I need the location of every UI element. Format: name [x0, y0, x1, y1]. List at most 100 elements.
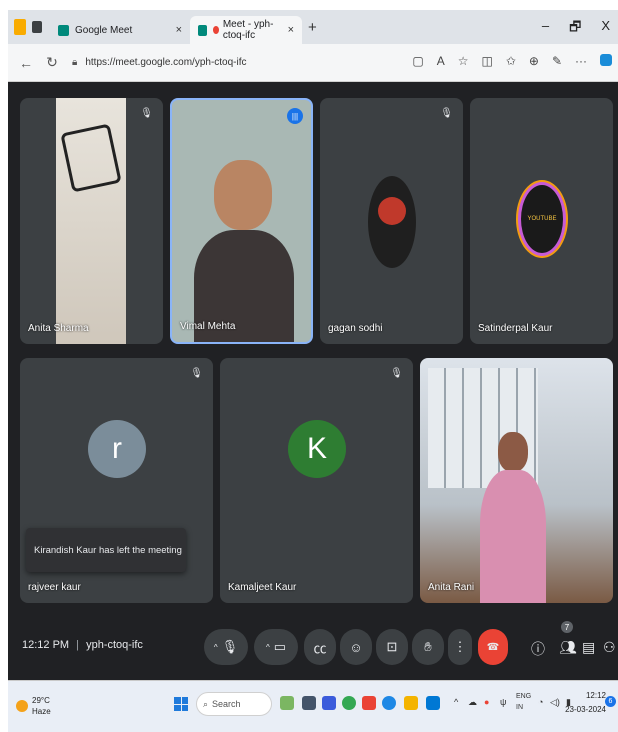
notification-badge[interactable]: 6 — [605, 696, 616, 707]
volume-icon[interactable]: ◁) — [550, 697, 560, 708]
file-explorer-icon[interactable] — [404, 696, 418, 710]
captions-button[interactable]: ㏄ — [304, 629, 336, 665]
tab-label: Google Meet — [75, 24, 133, 36]
lang-code: ENG — [516, 693, 532, 700]
end-call-icon: ☎︎ — [486, 641, 500, 653]
activities-icon[interactable]: ⚇ — [603, 639, 616, 656]
info-icon[interactable]: ⓘ — [531, 639, 545, 659]
participant-name: Anita Sharma — [28, 323, 89, 334]
camera-icon[interactable]: ▭ — [274, 639, 286, 655]
language-indicator[interactable]: ENG IN — [516, 691, 531, 713]
taskbar-app-icon[interactable] — [426, 696, 440, 710]
window-controls: – 🗗 X — [542, 18, 610, 40]
participant-name: Anita Rani — [428, 582, 475, 593]
minimize-button[interactable]: – — [542, 18, 549, 40]
hand-icon: ✋︎ — [424, 639, 432, 654]
participant-tile[interactable]: Anita Rani — [420, 358, 613, 603]
windows-start-icon[interactable] — [174, 697, 188, 711]
microphone-button[interactable]: ^ 🎙︎ — [204, 629, 248, 665]
close-tab-icon[interactable]: × — [176, 24, 182, 36]
favorite-star-icon[interactable]: ☆ — [458, 54, 469, 68]
split-screen-icon[interactable]: ◫ — [481, 54, 492, 68]
refresh-icon[interactable]: ↻ — [44, 54, 60, 71]
wifi-icon[interactable]: ◔ — [538, 697, 543, 707]
video-feed — [214, 160, 272, 230]
url-text: https://meet.google.com/yph-ctoq-ifc — [85, 57, 247, 68]
meet-control-bar: 12:12 PM | yph-ctoq-ifc ^ 🎙︎ ^ ▭ ㏄ ☺ ⊡ ✋︎ … — [8, 613, 618, 679]
participant-name: gagan sodhi — [328, 323, 383, 334]
close-window-button[interactable]: X — [601, 18, 610, 40]
camera-button[interactable]: ^ ▭ — [254, 629, 298, 665]
more-options-button[interactable]: ⋮ — [448, 629, 472, 665]
browser-toolbar-icons: ▢ A ☆ ◫ ✩ ⊕ ✎ ··· — [412, 54, 612, 68]
participant-name: Kamaljeet Kaur — [228, 582, 297, 593]
extensions-icon[interactable]: ✎ — [552, 54, 562, 68]
muted-mic-icon: 🎙︎ — [140, 108, 153, 119]
participant-name: Satinderpal Kaur — [478, 323, 553, 334]
chevron-up-icon[interactable]: ^ — [214, 643, 218, 652]
tray-app-icon[interactable]: ● — [484, 697, 489, 707]
chat-icon[interactable]: ▤ — [582, 639, 595, 656]
participant-tile[interactable]: YOUTUBE Satinderpal Kaur — [470, 98, 613, 344]
participant-count-badge: 7 — [561, 621, 573, 633]
copilot-icon[interactable] — [600, 54, 612, 66]
tab-meet-call[interactable]: Meet - yph-ctoq-ifc × — [190, 16, 302, 44]
weather-condition: Haze — [32, 707, 51, 716]
close-tab-icon[interactable]: × — [288, 24, 294, 36]
more-vert-icon: ⋮ — [453, 639, 467, 654]
muted-mic-icon: 🎙︎ — [440, 108, 453, 119]
taskbar-app-icon[interactable] — [280, 696, 294, 710]
divider: | — [76, 639, 80, 651]
participant-tile[interactable]: 🎙︎ Anita Sharma — [20, 98, 163, 344]
taskbar-app-icon[interactable] — [322, 696, 336, 710]
mic-icon[interactable]: 🎙︎ — [222, 639, 239, 655]
participant-tile-speaking[interactable]: ||| Vimal Mehta — [170, 98, 313, 344]
whatsapp-icon[interactable] — [342, 696, 356, 710]
participant-tile[interactable]: 🎙︎ gagan sodhi — [320, 98, 463, 344]
profile-icon[interactable] — [14, 19, 26, 35]
participant-tile[interactable]: K 🎙︎ Kamaljeet Kaur — [220, 358, 413, 603]
favorites-icon[interactable]: ✩ — [506, 54, 516, 68]
emoji-icon: ☺ — [349, 639, 363, 655]
taskbar-clock[interactable]: 12:12 23-03-2024 — [565, 689, 606, 717]
collections-icon[interactable]: ⊕ — [529, 54, 539, 68]
tab-google-meet[interactable]: Google Meet × — [50, 16, 190, 44]
people-icon[interactable]: 👥︎ — [559, 639, 577, 656]
maximize-button[interactable]: 🗗 — [569, 18, 581, 40]
chevron-up-icon[interactable]: ^ — [266, 643, 270, 652]
taskbar-app-icon[interactable] — [362, 696, 376, 710]
clock-time: 12:12 — [585, 691, 606, 700]
search-placeholder: Search — [212, 699, 241, 709]
taskbar-search[interactable]: ⌕ Search — [196, 692, 272, 716]
address-bar-row: ← ↻ 🔒︎ https://meet.google.com/yph-ctoq-… — [8, 44, 618, 82]
initial-avatar: K — [288, 420, 346, 478]
present-button[interactable]: ⊡ — [376, 629, 408, 665]
meeting-code: yph-ctoq-ifc — [86, 639, 143, 651]
new-tab-button[interactable]: + — [308, 19, 317, 36]
participant-name: rajveer kaur — [28, 582, 81, 593]
workspaces-icon[interactable] — [32, 21, 42, 33]
participant-tile[interactable]: r 🎙︎ Kirandish Kaur has left the meeting… — [20, 358, 213, 603]
edge-browser-icon[interactable] — [382, 696, 396, 710]
avatar-initial: K — [306, 432, 327, 465]
recording-icon — [212, 26, 219, 34]
captions-icon: ㏄ — [313, 640, 327, 656]
search-icon: ⌕ — [203, 698, 209, 709]
show-hidden-icons[interactable]: ^ — [454, 697, 458, 707]
raise-hand-button[interactable]: ✋︎ — [412, 629, 444, 665]
usb-icon[interactable]: ψ — [500, 697, 506, 707]
cloud-icon[interactable]: ☁︎ — [468, 697, 477, 708]
more-menu-icon[interactable]: ··· — [575, 54, 587, 68]
lock-icon[interactable]: 🔒︎ — [72, 57, 77, 68]
video-feed-body — [480, 470, 546, 603]
weather-widget[interactable]: 29°C Haze — [16, 695, 51, 717]
reactions-button[interactable]: ☺ — [340, 629, 372, 665]
app-available-icon[interactable]: ▢ — [412, 54, 423, 68]
meet-favicon-icon — [198, 24, 207, 36]
back-arrow-icon[interactable]: ← — [18, 55, 34, 71]
read-aloud-icon[interactable]: A — [437, 54, 445, 68]
leave-call-button[interactable]: ☎︎ — [478, 629, 508, 665]
channel-logo: YOUTUBE — [518, 182, 566, 256]
taskbar-app-icon[interactable] — [302, 696, 316, 710]
avatar-initial: r — [112, 432, 122, 465]
